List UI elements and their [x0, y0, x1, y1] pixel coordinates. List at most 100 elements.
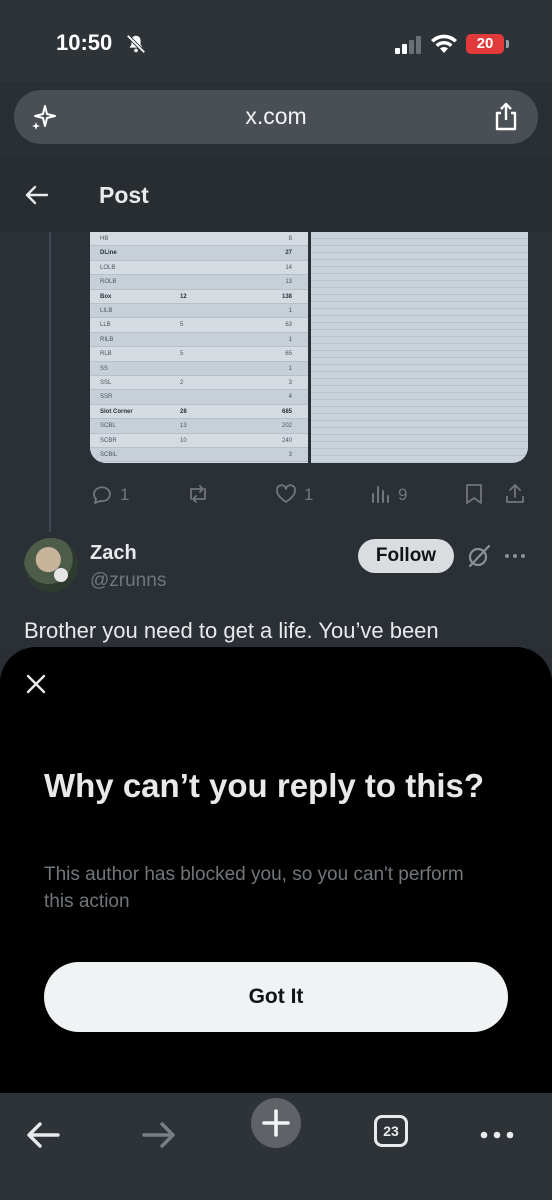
stats-cell: 685 [281, 408, 292, 415]
stats-row: RILB 1 [90, 332, 308, 348]
post-media-image[interactable]: HB 8 DLine 27 LOLB 14 ROLB 13 Box 12 138 LILB 1 LLB 5 6… [90, 232, 528, 463]
stats-cell: 202 [281, 423, 292, 430]
follow-button[interactable]: Follow [358, 539, 454, 573]
stats-cell: 3 [288, 380, 292, 386]
stats-cell: SS [100, 365, 109, 372]
plus-icon [262, 1109, 290, 1137]
bookmark-action[interactable] [462, 482, 486, 508]
stats-cell: SSR [100, 394, 113, 401]
stats-cell: 2 [180, 380, 184, 386]
post-page: HB 8 DLine 27 LOLB 14 ROLB 13 Box 12 138 LILB 1 LLB 5 6… [0, 158, 552, 648]
like-icon [276, 484, 296, 503]
stats-row: LILB 1 [90, 304, 308, 319]
got-it-button[interactable]: Got It [44, 962, 508, 1032]
stats-row: SCBL 13 202 [90, 419, 308, 434]
stats-row: ROLB 13 [90, 275, 308, 290]
stats-cell: 4 [288, 394, 292, 401]
view-count: 9 [398, 485, 408, 504]
stats-row: LOLB 14 [90, 261, 308, 276]
stats-row: SCBiL 3 [90, 448, 308, 463]
battery-indicator: 20 [466, 34, 509, 54]
share-action[interactable] [503, 482, 527, 508]
thread-line [49, 232, 51, 532]
stats-row: SS 1 [90, 361, 308, 376]
stats-cell: 13 [180, 423, 187, 430]
tab-switcher-button[interactable]: 23 [374, 1105, 410, 1153]
address-bar[interactable]: x.com [14, 90, 538, 144]
bookmark-icon [466, 484, 482, 504]
stats-cell: 1 [288, 308, 292, 314]
stats-cell: 63 [285, 322, 292, 329]
stats-row: Box 12 138 [90, 290, 308, 304]
blocked-reply-sheet: Why can’t you reply to this? This author… [0, 647, 552, 1093]
stats-cell: ROLB [100, 279, 117, 286]
avatar[interactable] [24, 538, 78, 592]
stats-sheet-image [311, 232, 528, 463]
sheet-body: This author has blocked you, so you can'… [44, 864, 464, 912]
stats-table: HB 8 DLine 27 LOLB 14 ROLB 13 Box 12 138 LILB 1 LLB 5 6… [90, 232, 308, 463]
forward-icon [142, 1122, 175, 1148]
share-post-icon [506, 484, 524, 503]
stats-row: SSR 4 [90, 390, 308, 405]
browser-toolbar: 23 [0, 1093, 552, 1200]
stats-row: Slot Corner 28 685 [90, 405, 308, 420]
stats-cell: 12 [180, 293, 187, 300]
reply-text: Brother you need to get a life. You’ve b… [24, 618, 439, 643]
like-action[interactable]: 1 [274, 482, 313, 508]
stats-cell: SCBL [100, 423, 116, 430]
reply-action[interactable]: 1 [90, 482, 129, 508]
stats-cell: 240 [281, 437, 292, 444]
stats-cell: 65 [285, 351, 292, 358]
stats-cell: HB [100, 236, 109, 242]
stats-cell: 8 [288, 236, 292, 242]
stats-row: DLine 27 [90, 246, 308, 261]
browser-forward-button[interactable] [138, 1105, 180, 1153]
like-count: 1 [304, 485, 314, 504]
more-horizontal-icon [480, 1131, 514, 1139]
stats-cell: Box [100, 293, 112, 300]
signal-icon [395, 36, 421, 54]
status-bar: 10:50 20 [0, 0, 552, 82]
grok-icon[interactable] [466, 543, 492, 569]
stats-cell: 10 [180, 437, 187, 444]
reply-count: 1 [120, 485, 130, 504]
stats-cell: LILB [100, 308, 113, 314]
stats-cell: 5 [180, 322, 184, 329]
views-action[interactable]: 9 [368, 482, 407, 508]
page-title: Post [99, 182, 149, 208]
close-icon[interactable] [25, 673, 47, 695]
back-arrow-icon[interactable] [24, 182, 50, 208]
tabs-icon: 23 [374, 1115, 408, 1147]
stats-row: SCBR 10 240 [90, 434, 308, 448]
author-handle[interactable]: @zrunns [90, 570, 166, 592]
stats-cell: 1 [288, 336, 292, 343]
stats-cell: DLine [100, 250, 117, 257]
page-header: Post [0, 158, 552, 232]
share-icon[interactable] [492, 102, 520, 132]
stats-cell: SCBR [100, 437, 117, 444]
stats-row: HB 8 [90, 232, 308, 247]
stats-cell: 138 [281, 293, 292, 300]
stats-cell: 14 [285, 264, 292, 271]
author-name[interactable]: Zach [90, 542, 137, 565]
post-actions: 1 1 9 [90, 480, 530, 510]
new-tab-button[interactable] [251, 1098, 301, 1148]
stats-cell: 13 [285, 279, 292, 286]
views-icon [372, 486, 389, 503]
stats-cell: 28 [180, 408, 187, 415]
repost-action[interactable] [186, 482, 210, 508]
browser-back-button[interactable] [22, 1105, 64, 1153]
stats-cell: SCBiL [100, 452, 118, 458]
stats-cell: 27 [285, 250, 292, 257]
stats-cell: LLB [100, 322, 111, 329]
stats-cell: 1 [288, 365, 292, 372]
reply-icon [93, 486, 111, 504]
sheet-title: Why can’t you reply to this? [44, 767, 485, 804]
status-time: 10:50 [56, 30, 113, 55]
browser-menu-button[interactable] [478, 1105, 518, 1153]
wifi-icon [431, 34, 457, 53]
url-text[interactable]: x.com [14, 103, 538, 130]
stats-row: SSL 2 3 [90, 376, 308, 391]
bell-slash-icon [126, 34, 146, 54]
more-icon[interactable] [503, 544, 527, 568]
